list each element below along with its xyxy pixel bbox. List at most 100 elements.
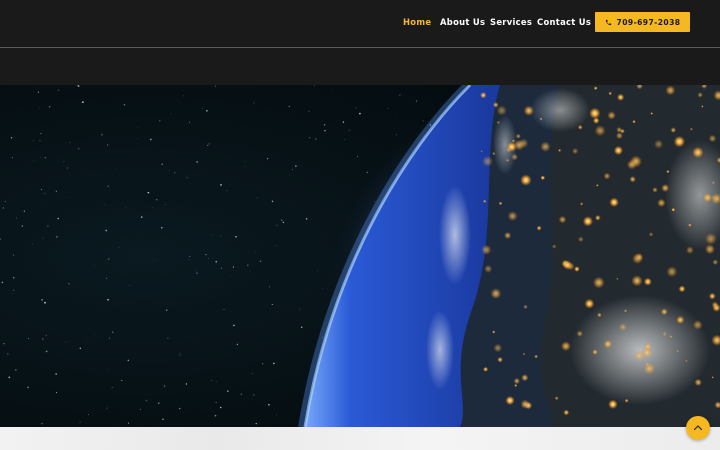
site-header: Home About Us Services Contact Us 709-69…: [0, 0, 720, 48]
city-light: [497, 356, 503, 363]
city-light: [534, 354, 538, 359]
scroll-to-top-button[interactable]: [686, 416, 710, 440]
header-subbar: [0, 48, 720, 85]
city-light: [694, 378, 702, 387]
nav-item-home[interactable]: Home: [403, 17, 431, 27]
city-light: [480, 92, 487, 99]
city-light: [496, 105, 507, 116]
city-light: [671, 207, 676, 212]
city-light: [493, 343, 503, 353]
nav-item-contact-us[interactable]: Contact Us: [537, 17, 591, 27]
chevron-up-icon: [693, 425, 703, 431]
city-light: [607, 111, 616, 120]
city-light: [645, 362, 650, 366]
city-light: [616, 277, 619, 280]
city-light: [665, 85, 676, 96]
city-light: [520, 399, 530, 409]
city-light: [561, 341, 571, 352]
city-light: [592, 349, 598, 355]
city-light: [661, 184, 670, 192]
city-light: [492, 330, 496, 334]
city-light: [711, 301, 719, 309]
nav-item-services[interactable]: Services: [490, 17, 532, 27]
city-light: [576, 330, 583, 337]
city-light: [483, 366, 489, 372]
city-light: [613, 145, 624, 156]
city-light: [589, 107, 601, 119]
city-light: [481, 244, 492, 255]
city-light: [711, 376, 714, 379]
city-light: [603, 172, 611, 180]
city-light: [662, 331, 667, 337]
city-light: [577, 236, 584, 243]
phone-button[interactable]: 709-697-2038: [595, 12, 690, 32]
city-light: [626, 159, 637, 170]
city-light: [594, 125, 606, 137]
city-light: [609, 197, 619, 207]
earth-from-space-image: [0, 85, 720, 427]
city-light: [481, 155, 494, 167]
city-light: [596, 184, 599, 187]
city-light: [676, 349, 679, 353]
city-light: [643, 362, 656, 375]
city-light: [697, 92, 703, 98]
city-light: [540, 175, 546, 181]
city-light: [540, 141, 551, 152]
city-light: [522, 352, 526, 356]
city-light: [580, 202, 584, 206]
city-light: [666, 266, 678, 278]
city-light: [511, 153, 519, 161]
city-light: [523, 105, 534, 116]
city-light: [523, 304, 528, 310]
city-light: [504, 231, 512, 240]
city-light: [563, 409, 570, 416]
city-light: [507, 211, 518, 222]
city-light: [692, 320, 703, 330]
city-light: [708, 134, 717, 143]
city-light: [634, 350, 644, 361]
city-light: [558, 215, 567, 224]
city-light: [520, 174, 532, 186]
city-light: [603, 339, 613, 349]
city-light: [582, 216, 594, 227]
city-light: [593, 86, 598, 90]
city-light: [584, 298, 595, 309]
city-light: [608, 91, 612, 96]
city-light: [669, 335, 673, 338]
city-light: [521, 374, 529, 382]
city-light: [492, 102, 499, 108]
city-light: [577, 124, 583, 130]
city-light: [619, 323, 627, 331]
city-light: [558, 148, 562, 152]
city-light: [673, 135, 686, 148]
city-light: [704, 244, 715, 255]
city-light: [654, 139, 664, 149]
next-section: [0, 427, 720, 450]
city-light: [514, 383, 518, 388]
nav-item-about-us[interactable]: About Us: [440, 17, 485, 27]
city-light: [562, 260, 573, 270]
city-light: [643, 277, 652, 286]
city-light: [505, 395, 515, 406]
city-light: [595, 215, 601, 221]
city-light: [648, 232, 654, 237]
city-light: [608, 399, 618, 409]
city-light: [711, 181, 715, 185]
city-light: [652, 187, 658, 193]
city-light: [536, 225, 542, 231]
city-light: [635, 253, 644, 262]
city-light: [539, 117, 543, 121]
city-light: [554, 396, 559, 401]
city-light: [496, 120, 501, 125]
city-light: [574, 266, 580, 272]
city-light: [615, 132, 623, 140]
city-light: [632, 120, 636, 124]
city-light: [704, 232, 717, 245]
city-light: [593, 276, 605, 289]
phone-number: 709-697-2038: [616, 17, 681, 27]
city-light: [666, 170, 670, 174]
phone-icon: [605, 19, 611, 25]
city-light: [513, 139, 525, 151]
city-light: [513, 377, 520, 385]
city-light: [515, 133, 521, 139]
